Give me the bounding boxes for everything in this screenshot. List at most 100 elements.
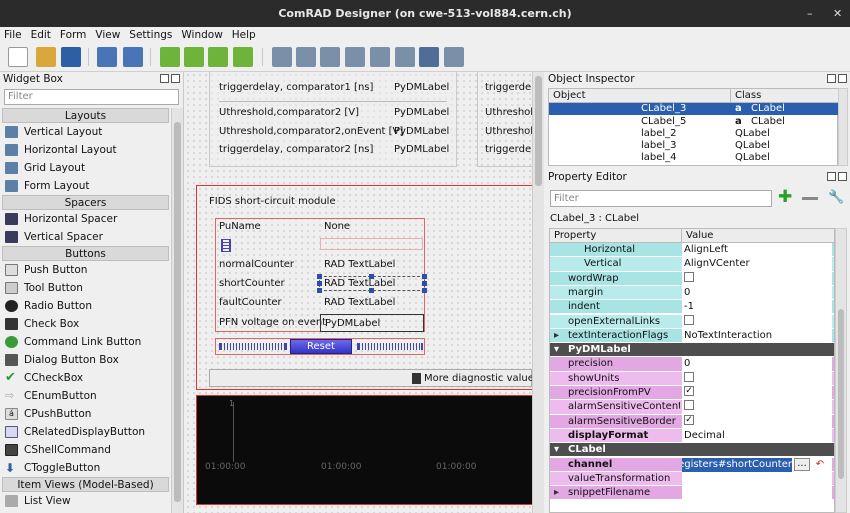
- list-item[interactable]: Command Link Button: [0, 333, 171, 351]
- row-label[interactable]: triggerdel: [485, 144, 532, 155]
- property-row[interactable]: channel rort/Registers#shortCounter...↶: [550, 457, 834, 472]
- checkbox-unchecked[interactable]: [684, 371, 694, 382]
- row-value[interactable]: PyDMLabel: [394, 144, 449, 155]
- add-property-icon[interactable]: ✚: [778, 189, 794, 206]
- category-buttons[interactable]: Buttons: [2, 246, 169, 261]
- menu-file[interactable]: File: [4, 27, 22, 44]
- remove-property-icon[interactable]: [802, 197, 818, 200]
- layout-grid-icon[interactable]: [370, 47, 390, 67]
- channel-input[interactable]: rort/Registers#shortCounter: [682, 457, 792, 472]
- list-item[interactable]: Form Layout: [0, 177, 171, 195]
- property-row[interactable]: alarmSensitiveBorder ✓: [550, 414, 834, 429]
- close-icon[interactable]: [171, 74, 180, 83]
- property-value[interactable]: [682, 471, 832, 486]
- list-item[interactable]: Check Box: [0, 315, 171, 333]
- list-item[interactable]: List View: [0, 492, 171, 510]
- property-value[interactable]: [682, 271, 832, 286]
- property-section[interactable]: PyDMLabel ▾: [550, 343, 834, 358]
- property-value[interactable]: AlignVCenter: [682, 257, 832, 272]
- row-label[interactable]: triggerdelay, comparator2 [ns]: [219, 144, 373, 155]
- widget-filter-input[interactable]: Filter: [4, 89, 179, 105]
- property-row[interactable]: margin 0: [550, 285, 834, 301]
- layout-splitter-v-icon[interactable]: [345, 47, 365, 67]
- menu-edit[interactable]: Edit: [31, 27, 51, 44]
- object-tree-scrollbar[interactable]: [838, 88, 848, 166]
- row-label[interactable]: shortCounter: [219, 278, 285, 289]
- menu-window[interactable]: Window: [181, 27, 222, 44]
- property-row[interactable]: displayFormat Decimal: [550, 428, 834, 444]
- row-label[interactable]: Uthreshold,comparator2,onEvent [V]: [219, 126, 403, 137]
- expand-arrow-icon[interactable]: ▸: [554, 486, 559, 500]
- list-item[interactable]: á CPushButton: [0, 405, 171, 423]
- adjust-size-icon[interactable]: [444, 47, 464, 67]
- property-row[interactable]: snippetFilename ▸: [550, 486, 834, 501]
- property-row[interactable]: alarmSensitiveContent: [550, 400, 834, 415]
- table-row[interactable]: CLabel_3 a CLabel: [549, 103, 838, 115]
- object-tree[interactable]: Object Class CLabel_3 a CLabel CLabel_5 …: [548, 88, 838, 166]
- list-item[interactable]: Radio Button: [0, 297, 171, 315]
- list-item[interactable]: ⬇ CToggleButton: [0, 459, 171, 477]
- property-row[interactable]: Horizontal AlignLeft: [550, 243, 834, 258]
- row-label[interactable]: Uthreshol: [485, 107, 532, 118]
- property-section[interactable]: CLabel ▾: [550, 443, 834, 458]
- row-value[interactable]: PyDMLabel: [394, 126, 449, 137]
- property-value[interactable]: ✓: [682, 414, 832, 429]
- pfn-voltage-value[interactable]: PyDMLabel: [320, 314, 424, 332]
- row-label[interactable]: triggerdel: [485, 82, 532, 93]
- configure-icon[interactable]: 🔧: [828, 190, 844, 206]
- float-icon[interactable]: [160, 74, 169, 83]
- vertical-spacer-icon[interactable]: [221, 239, 231, 252]
- row-label[interactable]: normalCounter: [219, 259, 294, 270]
- edit-signals-icon[interactable]: [184, 47, 204, 67]
- expand-arrow-icon[interactable]: ▾: [554, 343, 559, 357]
- row-label[interactable]: Uthreshold,comparator2 [V]: [219, 107, 359, 118]
- property-value[interactable]: rort/Registers#shortCounter...↶: [682, 457, 832, 472]
- property-value[interactable]: [682, 371, 832, 386]
- float-icon[interactable]: [827, 172, 836, 181]
- layout-form-icon[interactable]: [395, 47, 415, 67]
- column-property[interactable]: Property: [550, 229, 682, 243]
- minimize-button[interactable]: –: [807, 0, 813, 27]
- send-to-back-icon[interactable]: [97, 47, 117, 67]
- property-row[interactable]: wordWrap: [550, 271, 834, 286]
- menu-view[interactable]: View: [95, 27, 120, 44]
- list-item[interactable]: Horizontal Spacer: [0, 210, 171, 228]
- checkbox-checked[interactable]: ✓: [684, 414, 694, 425]
- layout-splitter-h-icon[interactable]: [320, 47, 340, 67]
- row-label[interactable]: Uthreshol: [485, 126, 532, 137]
- property-table-scrollbar[interactable]: [835, 228, 847, 513]
- table-row[interactable]: CLabel_5 a CLabel: [549, 116, 838, 128]
- expand-arrow-icon[interactable]: ▾: [554, 443, 559, 457]
- checkbox-unchecked[interactable]: [684, 400, 694, 411]
- layout-horizontal-icon[interactable]: [272, 47, 292, 67]
- save-icon[interactable]: [61, 47, 81, 67]
- property-row[interactable]: precisionFromPV ✓: [550, 386, 834, 401]
- row-label[interactable]: faultCounter: [219, 297, 282, 308]
- property-table[interactable]: Property Value Horizontal AlignLeft Vertic…: [549, 228, 835, 513]
- time-plot[interactable]: 1 01:00:00 01:00:00 01:00:00: [196, 395, 532, 505]
- close-button[interactable]: ✕: [833, 0, 842, 27]
- list-item[interactable]: ✔ CCheckBox: [0, 369, 171, 387]
- reset-button[interactable]: Reset: [290, 339, 352, 354]
- property-value[interactable]: [682, 314, 832, 329]
- edit-tab-order-icon[interactable]: [233, 47, 253, 67]
- checkbox-unchecked[interactable]: [684, 271, 694, 282]
- checkbox-checked[interactable]: ✓: [684, 386, 694, 396]
- property-row[interactable]: textInteractionFlags ▸ NoTextInteraction: [550, 328, 834, 344]
- row-value[interactable]: RAD TextLabel: [324, 297, 395, 308]
- menu-form[interactable]: Form: [60, 27, 86, 44]
- property-row[interactable]: showUnits: [550, 371, 834, 386]
- property-value[interactable]: AlignLeft: [682, 243, 832, 257]
- property-value[interactable]: 0: [682, 285, 832, 300]
- list-item[interactable]: Push Button: [0, 261, 171, 279]
- open-folder-icon[interactable]: [36, 47, 56, 67]
- edit-widgets-icon[interactable]: [160, 47, 180, 67]
- column-value[interactable]: Value: [682, 229, 834, 243]
- column-class[interactable]: Class: [731, 89, 838, 103]
- break-layout-icon[interactable]: [419, 47, 439, 67]
- table-row[interactable]: label_2 QLabel: [549, 128, 838, 140]
- menu-help[interactable]: Help: [232, 27, 256, 44]
- menu-settings[interactable]: Settings: [129, 27, 172, 44]
- row-value[interactable]: RAD TextLabel: [324, 259, 395, 270]
- table-row[interactable]: label_4 QLabel: [549, 152, 838, 164]
